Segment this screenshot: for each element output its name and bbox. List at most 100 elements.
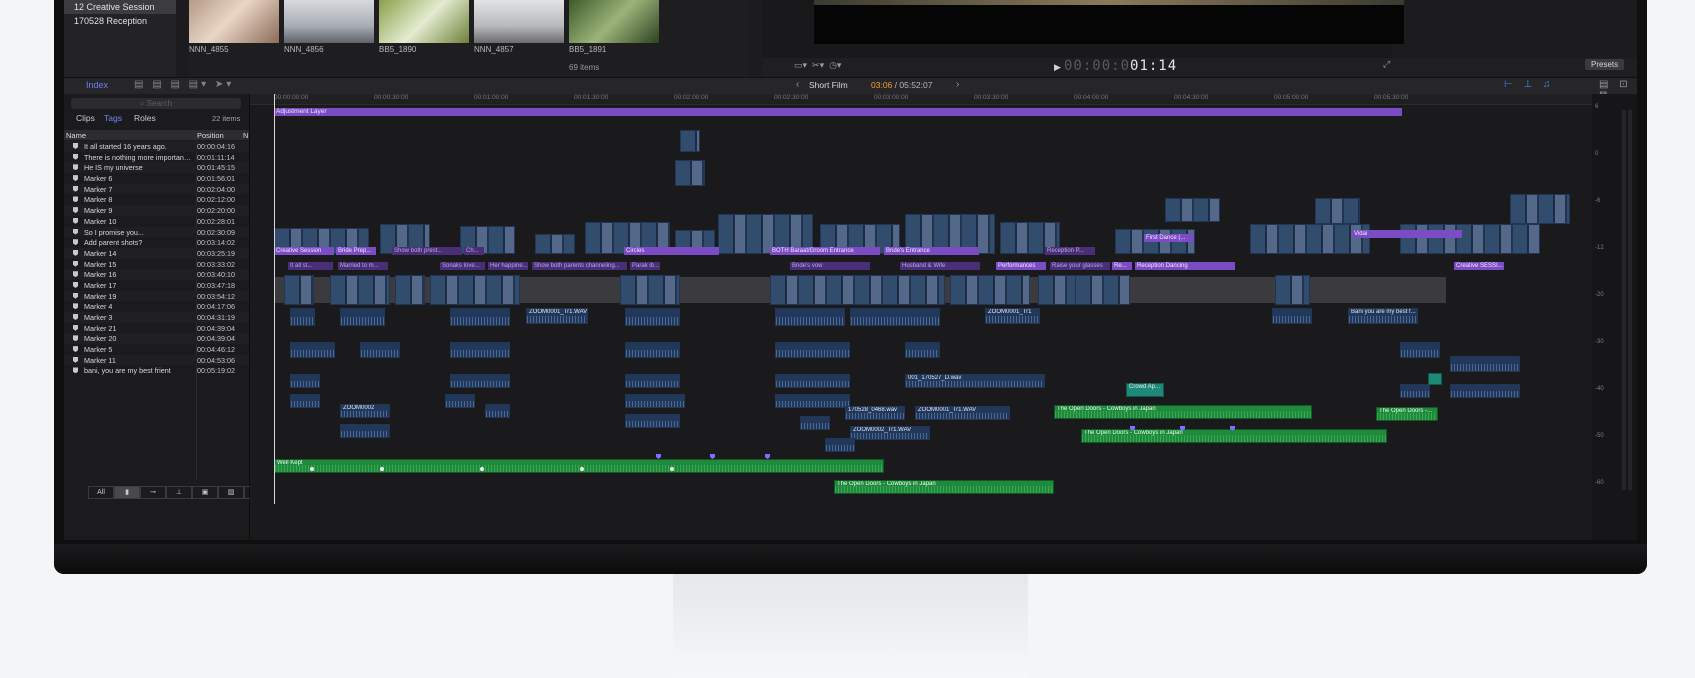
audio-clip[interactable]	[775, 308, 845, 326]
keyframe[interactable]	[670, 467, 674, 471]
tag-row[interactable]: Marker 8 00:02:12:00	[64, 194, 249, 205]
audio-clip[interactable]	[1400, 342, 1440, 358]
keyframe[interactable]	[380, 467, 384, 471]
title-clip[interactable]: Bride's Entrance	[884, 247, 979, 255]
tag-row[interactable]: Marker 9 00:02:20:00	[64, 205, 249, 216]
tab-clips[interactable]: Clips	[76, 113, 95, 123]
audio-clip[interactable]: ZOOM0002	[340, 404, 390, 418]
thumbnail[interactable]	[284, 0, 374, 43]
storyline-clip[interactable]	[1275, 275, 1310, 305]
audio-clip[interactable]	[1400, 384, 1430, 398]
title-clip[interactable]: Performances	[996, 262, 1046, 270]
filter-completed-icon[interactable]: ▨	[218, 486, 244, 499]
video-clip[interactable]	[535, 234, 575, 254]
music-clip[interactable]: The Open Doors - Cowboys in Japan	[1081, 429, 1387, 443]
index-button[interactable]: Index	[86, 80, 108, 90]
music-clip[interactable]: The Open Doors -...	[1376, 407, 1438, 421]
video-clip[interactable]	[680, 130, 700, 152]
audio-clip[interactable]	[450, 374, 510, 388]
title-clip[interactable]: Parak ib...	[630, 262, 660, 270]
timeline[interactable]: 00:00:00:00 00:00:30:00 00:01:00:00 00:01:3…	[250, 94, 1637, 540]
title-clip[interactable]: Bride's vow	[790, 262, 870, 270]
tag-row[interactable]: It all started 16 years ago. 00:00:04:16	[64, 141, 249, 152]
audio-clip[interactable]	[290, 342, 335, 358]
tag-row[interactable]: Marker 5 00:04:46:12	[64, 344, 249, 355]
column-name[interactable]: Name	[66, 131, 86, 140]
tag-row[interactable]: Marker 7 00:02:04:00	[64, 183, 249, 195]
storyline-clip[interactable]	[620, 275, 680, 305]
video-clip[interactable]	[1250, 224, 1370, 254]
audio-clip[interactable]	[850, 308, 940, 326]
search-input[interactable]: ⌕ Search	[71, 98, 241, 109]
storyline-clip[interactable]	[950, 275, 1030, 305]
audio-clip[interactable]: 170528_0468.wav	[845, 406, 905, 420]
title-clip[interactable]: Show both prest...	[392, 247, 462, 255]
audio-clip[interactable]	[445, 394, 475, 408]
audio-clip[interactable]: ZOOM0001_Tr1	[985, 308, 1040, 324]
tag-row[interactable]: So I promise you... 00:02:30:09	[64, 226, 249, 238]
audio-clip[interactable]	[1450, 356, 1520, 372]
audio-clip[interactable]: ZOOM0001_Tr1.WAV	[526, 308, 588, 324]
view-options-icons[interactable]: ▭▾ ✂▾ ◷▾	[794, 60, 841, 71]
column-notes[interactable]: N	[243, 131, 248, 140]
audio-clip[interactable]	[450, 308, 510, 326]
title-clip[interactable]: Bride Prep...	[336, 247, 376, 255]
audio-clip[interactable]	[800, 416, 830, 430]
filter-analysis-icon[interactable]: ⊥	[166, 486, 192, 499]
presets-button[interactable]: Presets	[1585, 59, 1625, 70]
title-clip[interactable]: Creative Session	[274, 247, 334, 255]
storyline-clip[interactable]	[395, 275, 425, 305]
title-clip[interactable]: Ch...	[464, 247, 484, 255]
audio-clip[interactable]	[775, 394, 850, 408]
audio-clip[interactable]	[340, 308, 385, 326]
title-clip[interactable]: Creative SESSI...	[1454, 262, 1504, 270]
audio-clip[interactable]	[775, 374, 850, 388]
music-clip[interactable]: Well Kept	[274, 459, 884, 473]
video-clip[interactable]	[675, 160, 705, 186]
adjustment-layer-clip[interactable]: Adjustment Layer	[274, 108, 1402, 116]
thumbnail[interactable]	[569, 0, 659, 43]
audio-clip[interactable]	[485, 404, 510, 418]
audio-clip[interactable]: Bani you are my best f...	[1348, 308, 1418, 324]
audio-clip[interactable]	[625, 308, 680, 326]
sfx-clip[interactable]	[1428, 373, 1442, 385]
audio-clip[interactable]	[905, 342, 940, 358]
storyline-clip[interactable]	[430, 275, 520, 305]
forward-arrow-icon[interactable]: ›	[956, 79, 959, 90]
audio-clip[interactable]	[625, 414, 680, 428]
audio-clip[interactable]	[625, 394, 685, 408]
audio-clip[interactable]	[625, 374, 680, 388]
keyframe[interactable]	[480, 467, 484, 471]
filter-todo-icon[interactable]: ▣	[192, 486, 218, 499]
filter-all[interactable]: All	[88, 486, 114, 499]
music-clip[interactable]: The Open Doors - Cowboys in Japan	[1054, 405, 1312, 419]
tag-row[interactable]: He IS my universe 00:01:45:15	[64, 162, 249, 174]
audio-clip[interactable]	[625, 342, 680, 358]
tag-row[interactable]: Marker 16 00:03:40:10	[64, 269, 249, 280]
title-clip[interactable]: Show both parents channeling...	[532, 262, 627, 270]
sfx-clip[interactable]: Crowd Ap...	[1126, 383, 1164, 397]
tag-row[interactable]: Marker 15 00:03:33:02	[64, 259, 249, 270]
tab-tags[interactable]: Tags	[104, 113, 122, 123]
back-arrow-icon[interactable]: ‹	[796, 79, 799, 90]
title-clip[interactable]: Sonaks love...	[440, 262, 485, 270]
title-clip[interactable]: Circles	[624, 247, 719, 255]
tag-row[interactable]: bani, you are my best frient 00:05:19:02	[64, 365, 249, 376]
audio-clip[interactable]: 001_170527_D.wav	[905, 374, 1045, 388]
audio-clip[interactable]	[290, 374, 320, 388]
tag-row[interactable]: Marker 6 00:01:56:01	[64, 173, 249, 184]
column-position[interactable]: Position	[197, 131, 224, 140]
tab-roles[interactable]: Roles	[134, 113, 156, 123]
tag-row[interactable]: Marker 10 00:02:28:01	[64, 216, 249, 227]
snapping-skimming-icons[interactable]: ⊢ ⊥ ♫	[1504, 79, 1554, 90]
library-item-reception[interactable]: 170528 Reception	[64, 14, 176, 28]
video-clip[interactable]	[1315, 198, 1360, 224]
audio-clip[interactable]	[1272, 308, 1312, 324]
video-clip[interactable]	[1165, 198, 1220, 222]
thumbnail[interactable]	[189, 0, 279, 43]
tag-row[interactable]: Marker 3 00:04:31:19	[64, 312, 249, 323]
audio-clip[interactable]: ZOOM0001_Tr1.WAV	[915, 406, 1010, 420]
storyline-clip[interactable]	[284, 275, 314, 305]
storyline-clip[interactable]	[330, 275, 390, 305]
tag-row[interactable]: Marker 11 00:04:53:06	[64, 354, 249, 366]
